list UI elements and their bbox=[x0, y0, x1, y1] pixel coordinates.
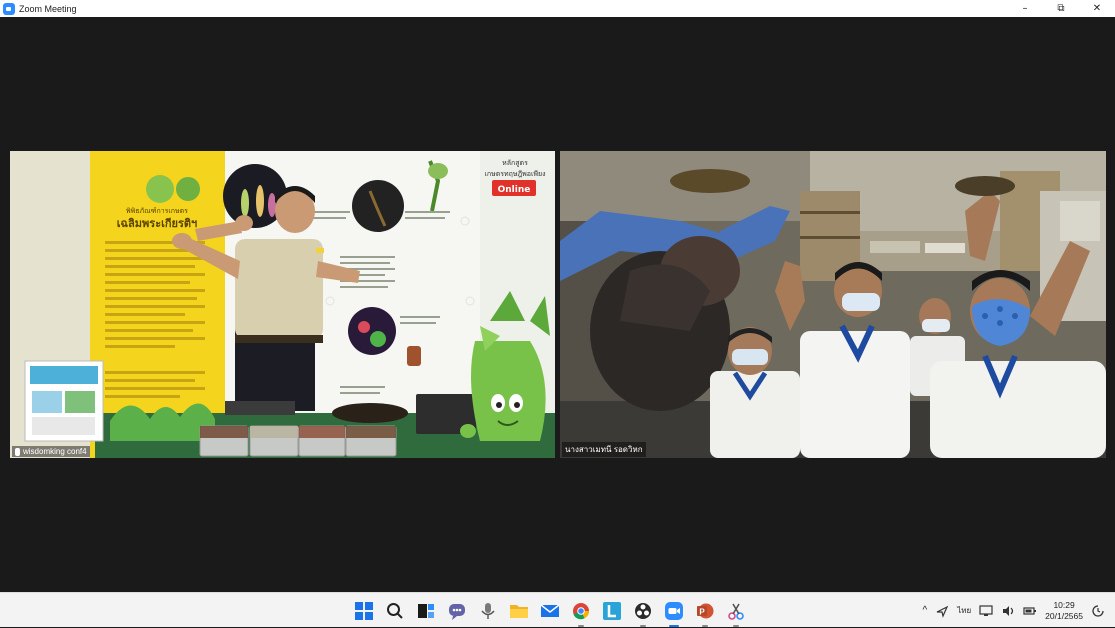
snipping-icon bbox=[728, 603, 744, 620]
system-tray: ^ ไทย 10:29 20/1/2565 bbox=[922, 593, 1105, 628]
chrome-icon bbox=[573, 602, 590, 619]
seedling-tray bbox=[110, 403, 215, 441]
network-icon[interactable] bbox=[979, 604, 993, 618]
windows-taskbar: P ^ ไทย 10:29 20/1/2565 bbox=[0, 592, 1115, 627]
notification-icon[interactable] bbox=[1091, 604, 1105, 618]
location-icon[interactable] bbox=[935, 604, 949, 618]
video-feed-classroom-studio: พิพิธภัณฑ์การเกษตร เฉลิมพระเกียรติฯ หลัก… bbox=[10, 151, 555, 458]
voice-recorder-button[interactable] bbox=[477, 600, 499, 622]
search-button[interactable] bbox=[384, 600, 406, 622]
teams-chat-button[interactable] bbox=[446, 600, 468, 622]
chrome-button[interactable] bbox=[570, 600, 592, 627]
participant-name-label: นางสาวเมทนี รอดวิหก bbox=[562, 442, 646, 457]
minimize-button[interactable]: – bbox=[1007, 0, 1043, 17]
banner-subtitle: เฉลิมพระเกียรติฯ bbox=[117, 217, 197, 230]
microphone-icon bbox=[481, 602, 495, 619]
powerpoint-button[interactable]: P bbox=[694, 600, 716, 627]
search-icon bbox=[387, 602, 403, 619]
exhibit-photo-circle bbox=[348, 307, 396, 355]
taskbar-clock[interactable]: 10:29 20/1/2565 bbox=[1045, 600, 1083, 622]
obs-icon bbox=[635, 602, 651, 619]
l-app-button[interactable] bbox=[601, 600, 623, 622]
video-feed-classroom bbox=[560, 151, 1106, 458]
show-hidden-icons-button[interactable]: ^ bbox=[922, 605, 927, 616]
zoom-icon bbox=[665, 601, 683, 620]
chat-icon bbox=[449, 603, 465, 620]
taskbar-pinned-apps: P bbox=[353, 593, 747, 628]
participant-name-label: wisdomking conf4 bbox=[12, 446, 90, 457]
zoom-button[interactable] bbox=[663, 600, 685, 627]
zoom-app-icon bbox=[3, 2, 15, 15]
l-app-icon bbox=[603, 601, 621, 620]
battery-icon[interactable] bbox=[1023, 604, 1037, 618]
folder-icon bbox=[510, 604, 528, 618]
participant-name: นางสาวเมทนี รอดวิหก bbox=[565, 445, 643, 454]
title-bar: Zoom Meeting – ⧉ ✕ bbox=[0, 0, 1115, 17]
svg-text:P: P bbox=[699, 607, 705, 616]
pin-icon bbox=[15, 447, 20, 456]
input-language-indicator[interactable]: ไทย bbox=[957, 604, 971, 617]
poster-subheading: เกษตรทฤษฎีพอเพียง bbox=[484, 170, 545, 178]
banner-title: พิพิธภัณฑ์การเกษตร bbox=[126, 207, 188, 215]
file-explorer-button[interactable] bbox=[508, 600, 530, 622]
participant-video-tile[interactable]: พิพิธภัณฑ์การเกษตร เฉลิมพระเกียรติฯ หลัก… bbox=[10, 151, 555, 458]
poster-heading: หลักสูตร bbox=[502, 159, 528, 167]
task-view-icon bbox=[418, 603, 434, 618]
task-view-button[interactable] bbox=[415, 600, 437, 622]
mail-button[interactable] bbox=[539, 600, 561, 622]
windows-icon bbox=[355, 601, 373, 620]
clock-date: 20/1/2565 bbox=[1045, 610, 1083, 621]
clock-time: 10:29 bbox=[1053, 599, 1075, 610]
online-badge-label: Online bbox=[498, 185, 531, 195]
participant-name: wisdomking conf4 bbox=[23, 447, 87, 456]
window-controls: – ⧉ ✕ bbox=[1007, 0, 1115, 17]
window-title: Zoom Meeting bbox=[19, 3, 77, 14]
meeting-gallery: พิพิธภัณฑ์การเกษตร เฉลิมพระเกียรติฯ หลัก… bbox=[0, 17, 1115, 592]
participant-video-tile[interactable]: นางสาวเมทนี รอดวิหก bbox=[560, 151, 1106, 458]
maximize-button[interactable]: ⧉ bbox=[1043, 0, 1079, 17]
close-button[interactable]: ✕ bbox=[1079, 0, 1115, 17]
obs-button[interactable] bbox=[632, 600, 654, 627]
exhibit-photo-circle bbox=[352, 180, 404, 232]
mail-icon bbox=[540, 603, 560, 617]
volume-icon[interactable] bbox=[1001, 604, 1015, 618]
start-button[interactable] bbox=[353, 600, 375, 622]
snipping-tool-button[interactable] bbox=[725, 600, 747, 627]
powerpoint-icon: P bbox=[697, 603, 714, 618]
